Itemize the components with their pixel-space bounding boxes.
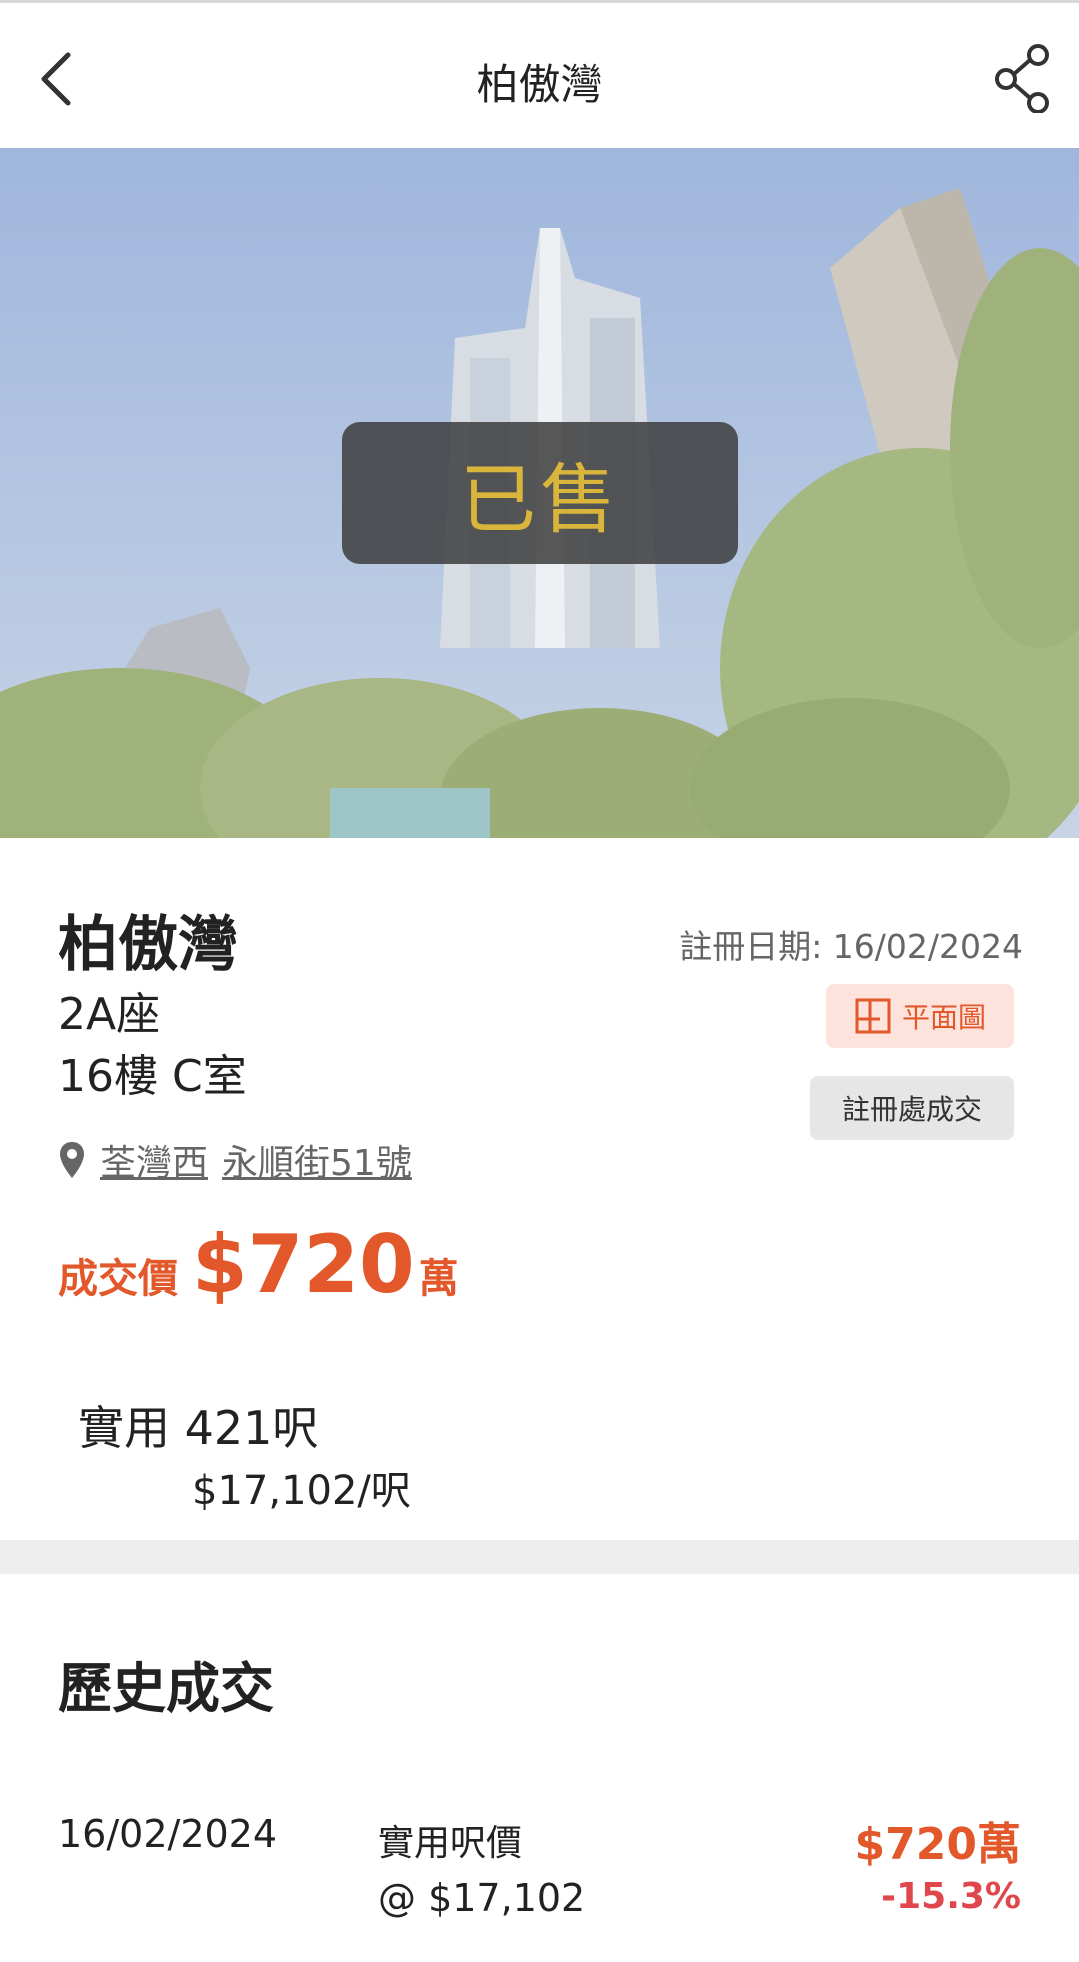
- price-per-sqft: $17,102/呎: [192, 1468, 411, 1514]
- history-date: 16/02/2024: [58, 1812, 278, 1856]
- saleable-area: 實用 421呎: [78, 1401, 319, 1455]
- registration-date: 註冊日期: 16/02/2024: [679, 927, 1023, 966]
- floorplan-button-label: 平面圖: [901, 1001, 986, 1034]
- history-price: $720萬: [854, 1819, 1021, 1870]
- share-icon: [995, 44, 1049, 114]
- property-photo[interactable]: 已售: [0, 148, 1079, 838]
- district-link[interactable]: 荃灣西: [100, 1134, 208, 1186]
- land-registry-button[interactable]: 註冊處成交: [810, 1076, 1014, 1140]
- sold-badge: 已售: [342, 422, 738, 564]
- land-registry-button-label: 註冊處成交: [841, 1093, 982, 1126]
- floorplan-button[interactable]: 平面圖: [826, 984, 1014, 1048]
- location-pin-icon: [60, 1142, 84, 1178]
- sold-badge-text: 已售: [460, 455, 620, 544]
- price-label: 成交價: [58, 1256, 178, 1302]
- history-ppsf-value: @ $17,102: [378, 1876, 586, 1920]
- page-title: 柏傲灣: [476, 60, 603, 109]
- history-price-change: -15.3%: [881, 1876, 1021, 1917]
- address-link[interactable]: 永順街51號: [222, 1134, 412, 1186]
- transaction-history-section: 歷史成交 16/02/2024 實用呎價 @ $17,102 $720萬 -15…: [0, 1574, 1079, 1962]
- listing-info-section: 柏傲灣 2A座 16樓 C室 註冊日期: 16/02/2024 平面圖 註冊處成…: [0, 838, 1079, 1540]
- section-divider: [0, 1540, 1079, 1574]
- share-button[interactable]: [990, 41, 1054, 114]
- location-row: 荃灣西 永順街51號: [58, 1134, 412, 1186]
- price-unit: 萬: [418, 1256, 459, 1302]
- unit-floor: 16樓 C室: [58, 1051, 247, 1102]
- floorplan-icon: [855, 998, 891, 1034]
- price-value: $720: [192, 1218, 415, 1311]
- estate-name: 柏傲灣: [58, 910, 238, 980]
- transaction-price: 成交價 $720 萬: [58, 1218, 459, 1311]
- history-title: 歷史成交: [58, 1657, 274, 1720]
- history-ppsf-label: 實用呎價: [378, 1823, 523, 1864]
- top-app-bar: 柏傲灣: [0, 0, 1079, 148]
- block-name: 2A座: [58, 989, 161, 1040]
